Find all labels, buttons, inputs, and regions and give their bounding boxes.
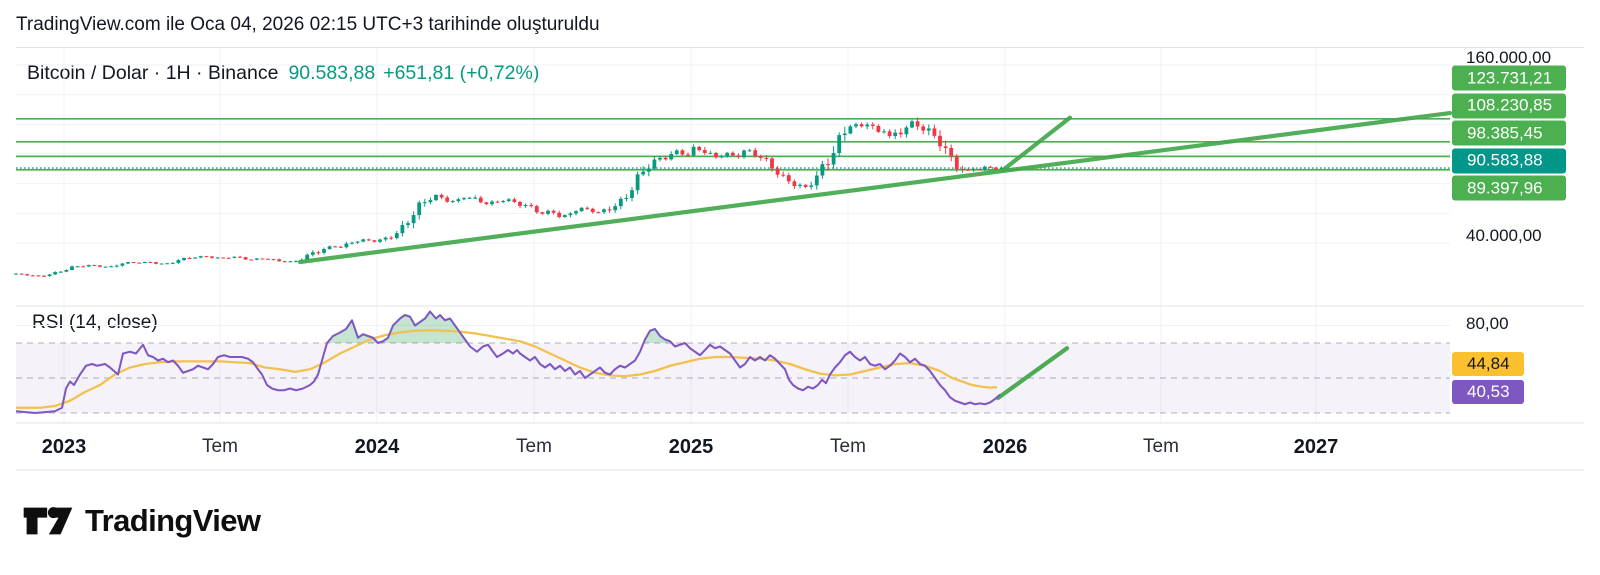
- time-axis-label: Tem: [1143, 436, 1179, 458]
- tradingview-logo[interactable]: TradingView: [22, 503, 260, 539]
- time-axis-label: Tem: [830, 436, 866, 458]
- time-axis-label: 2023: [42, 436, 87, 459]
- time-axis-label: 2026: [983, 436, 1028, 459]
- time-axis-label: Tem: [202, 436, 238, 458]
- time-axis-label: 2027: [1294, 436, 1339, 459]
- tradingview-snapshot: { "attribution": "TradingView.com ile Oc…: [0, 0, 1600, 575]
- time-axis-label: 2024: [355, 436, 400, 459]
- time-axis-label: Tem: [516, 436, 552, 458]
- chart-canvas[interactable]: [0, 0, 1600, 575]
- tradingview-logo-icon: [22, 503, 74, 539]
- time-axis-label: 2025: [669, 436, 714, 459]
- trendline[interactable]: [300, 113, 1450, 262]
- tradingview-logo-text: TradingView: [85, 503, 260, 539]
- time-axis[interactable]: 2023 Tem 2024 Tem 2025 Tem 2026 Tem 2027: [0, 423, 1600, 470]
